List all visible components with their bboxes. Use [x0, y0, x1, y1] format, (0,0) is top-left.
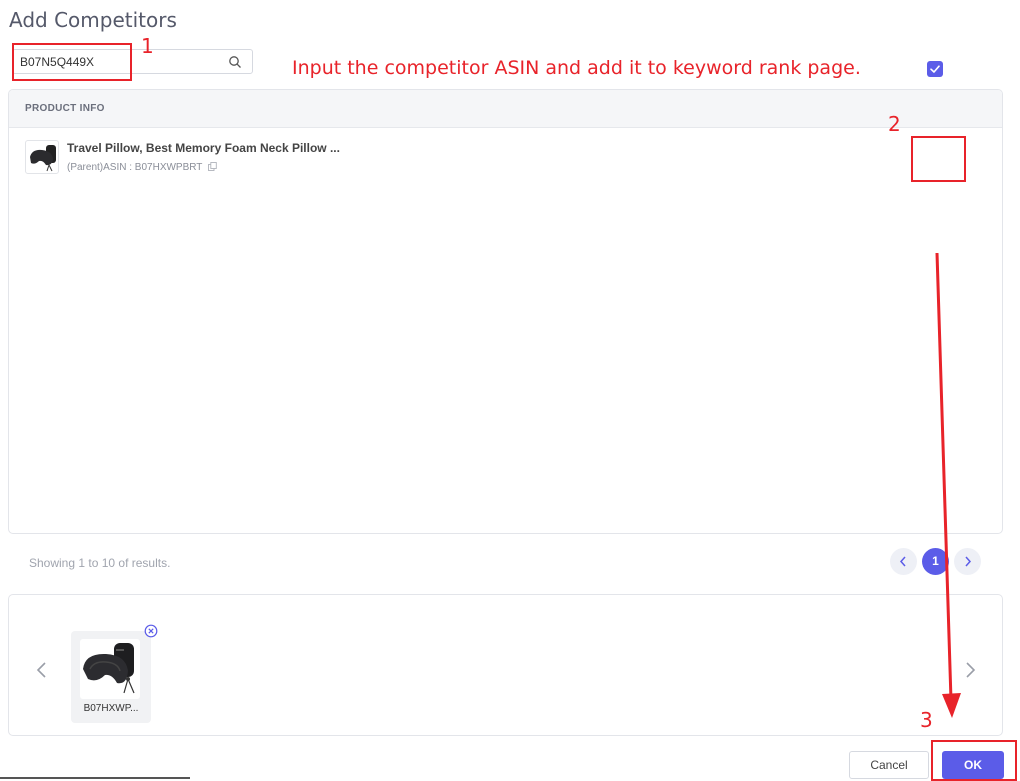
- chevron-left-icon: [899, 556, 906, 567]
- prev-page-button[interactable]: [890, 548, 917, 575]
- dialog-title: Add Competitors: [9, 8, 177, 32]
- annotation-box-checkbox: [911, 136, 966, 182]
- chevron-left-icon[interactable]: [35, 661, 49, 679]
- annotation-instruction: Input the competitor ASIN and add it to …: [292, 57, 861, 79]
- chevron-right-icon: [965, 556, 972, 567]
- table-header-product-info: PRODUCT INFO: [9, 90, 1002, 128]
- annotation-step-3: 3: [920, 708, 933, 732]
- table-row: Travel Pillow, Best Memory Foam Neck Pil…: [9, 128, 1002, 188]
- annotation-box-search: [12, 43, 132, 81]
- copy-icon[interactable]: [208, 162, 218, 171]
- pagination-summary: Showing 1 to 10 of results.: [29, 556, 171, 570]
- chevron-right-icon[interactable]: [963, 661, 977, 679]
- product-name: Travel Pillow, Best Memory Foam Neck Pil…: [67, 141, 340, 155]
- travel-pillow-image: [30, 145, 56, 172]
- selected-competitors-panel: B07HXWP...: [8, 594, 1003, 736]
- selected-product-image: [80, 639, 140, 699]
- cancel-button[interactable]: Cancel: [849, 751, 929, 779]
- next-page-button[interactable]: [954, 548, 981, 575]
- checkmark-icon: [930, 65, 940, 73]
- search-icon[interactable]: [228, 55, 242, 69]
- selected-competitor-asin: B07HXWP...: [83, 703, 139, 714]
- annotation-step-2: 2: [888, 112, 901, 136]
- product-select-checkbox[interactable]: [927, 61, 943, 77]
- travel-pillow-image: [83, 643, 135, 694]
- remove-competitor-icon[interactable]: [144, 624, 158, 638]
- selected-competitor-card: B07HXWP...: [71, 631, 151, 723]
- annotation-step-1: 1: [141, 34, 154, 58]
- page-button-1[interactable]: 1: [922, 548, 949, 575]
- annotation-box-ok: [931, 740, 1017, 781]
- product-asin-text: (Parent)ASIN : B07HXWPBRT: [67, 162, 203, 173]
- window-bottom-edge: [0, 777, 190, 779]
- product-thumbnail: [25, 140, 59, 174]
- product-table: PRODUCT INFO Travel Pillow, Best Memory …: [8, 89, 1003, 534]
- product-asin: (Parent)ASIN : B07HXWPBRT: [67, 162, 218, 173]
